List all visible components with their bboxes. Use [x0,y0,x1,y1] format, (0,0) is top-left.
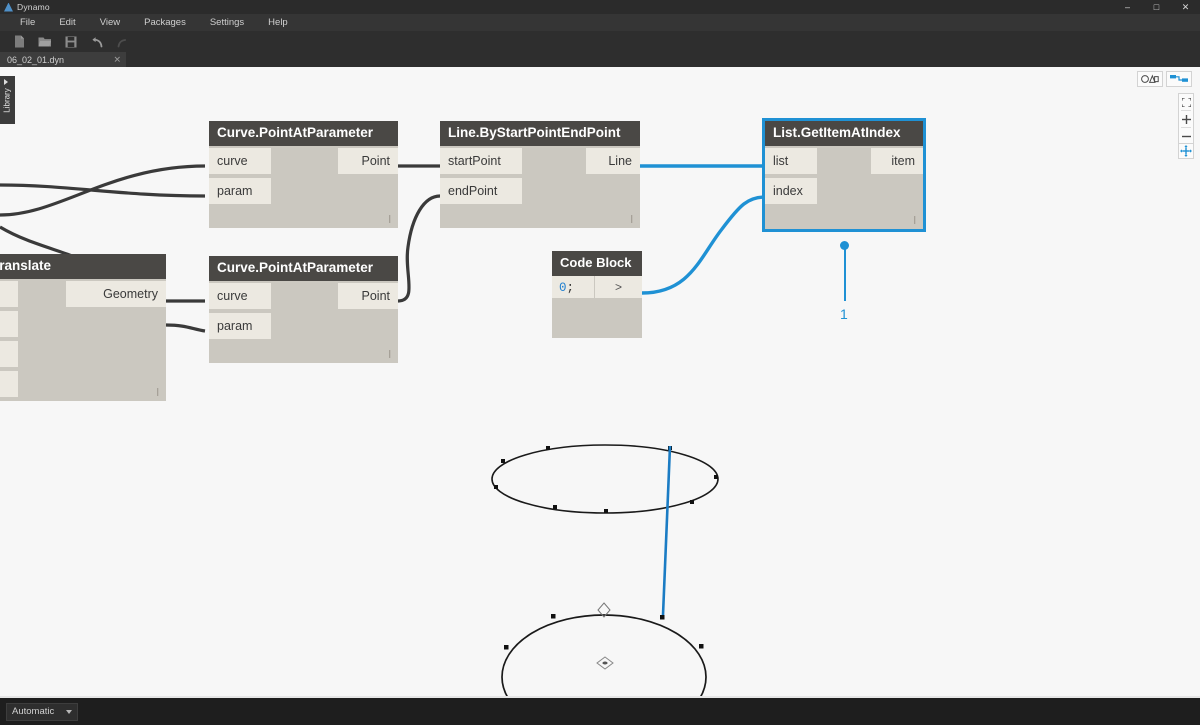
graph-view-icon[interactable] [1166,71,1192,87]
node-curve-pointatparameter-2[interactable]: Curve.PointAtParameter curve param Point… [209,256,398,363]
chevron-right-icon[interactable]: > [594,276,642,298]
node-title: Geometry.Translate [0,254,166,279]
tab-label: 06_02_01.dyn [7,55,64,65]
port-in-endpoint[interactable]: endPoint [440,178,522,204]
menu-item-file[interactable]: File [8,14,47,31]
port-in-ytranslation[interactable]: tion [0,371,18,397]
close-button[interactable]: ✕ [1171,0,1200,14]
preview-pin-value: 1 [840,307,848,321]
run-mode-label: Automatic [12,706,54,717]
menu-item-view[interactable]: View [88,14,132,31]
node-title: Curve.PointAtParameter [209,256,398,281]
tab-close-icon[interactable]: ✕ [113,55,121,64]
status-bar: Automatic [0,698,1200,725]
save-icon[interactable] [58,31,84,52]
origin-icon [595,656,615,670]
zoom-out-icon[interactable] [1178,128,1194,144]
menu-item-edit[interactable]: Edit [47,14,87,31]
node-footer-icon: l [631,215,633,226]
port-in-startpoint[interactable]: startPoint [440,148,522,174]
chevron-down-icon [66,710,72,714]
port-out-point[interactable]: Point [338,148,398,174]
run-mode-dropdown[interactable]: Automatic [6,703,78,721]
port-in-geometry[interactable]: y [0,281,18,307]
code-block-terminator: ; [567,281,575,295]
tab-bar: 06_02_01.dyn ✕ [0,52,1200,67]
zoom-control-group [1178,93,1194,145]
menu-item-settings[interactable]: Settings [198,14,256,31]
toolbar [0,31,1200,52]
port-in-direction[interactable]: tion [0,311,18,337]
new-icon[interactable] [6,31,32,52]
title-bar: Dynamo – □ ✕ [0,0,1200,14]
port-in-curve[interactable]: curve [209,283,271,309]
menu-item-help[interactable]: Help [256,14,300,31]
node-title: List.GetItemAtIndex [765,121,923,146]
fit-to-screen-icon[interactable] [1178,94,1194,110]
node-line-bystartpointendpoint[interactable]: Line.ByStartPointEndPoint startPoint end… [440,121,640,228]
code-block-input[interactable]: 0; [552,276,594,298]
menu-item-packages[interactable]: Packages [132,14,198,31]
view-toggle-group [1137,71,1192,87]
code-block-value: 0 [559,281,567,295]
port-in-index[interactable]: index [765,178,817,204]
dynamo-window: Dynamo – □ ✕ File Edit View Packages Set… [0,0,1200,725]
node-curve-pointatparameter-1[interactable]: Curve.PointAtParameter curve param Point… [209,121,398,228]
dynamo-logo-icon [4,3,13,12]
maximize-button[interactable]: □ [1142,0,1171,14]
port-in-param[interactable]: param [209,313,271,339]
library-panel-tab[interactable]: Library [0,76,15,124]
node-footer-icon: l [389,350,391,361]
node-title: Code Block [552,251,642,276]
port-in-xtranslation[interactable]: tion [0,341,18,367]
geometry-view-icon[interactable] [1137,71,1163,87]
node-title: Curve.PointAtParameter [209,121,398,146]
node-footer-icon: l [157,388,159,399]
pan-icon[interactable] [1178,143,1194,159]
undo-icon[interactable] [84,31,110,52]
window-controls: – □ ✕ [1113,0,1200,14]
port-out-geometry[interactable]: Geometry [66,281,166,307]
port-in-param[interactable]: param [209,178,271,204]
minimize-button[interactable]: – [1113,0,1142,14]
open-icon[interactable] [32,31,58,52]
library-label: Library [3,88,12,112]
redo-icon[interactable] [110,31,136,52]
node-footer-icon: l [389,215,391,226]
port-in-curve[interactable]: curve [209,148,271,174]
node-geometry-translate[interactable]: Geometry.Translate y tion tion tion Geom… [0,254,166,401]
window-title: Dynamo [17,2,50,12]
node-footer-icon: l [914,216,916,227]
port-out-item[interactable]: item [871,148,923,174]
graph-canvas[interactable]: Library Geometry.Translate y tion tion t… [0,67,1200,698]
zoom-in-icon[interactable] [1178,111,1194,127]
node-list-getitematindex[interactable]: List.GetItemAtIndex list index item l [765,121,923,229]
port-out-point[interactable]: Point [338,283,398,309]
node-code-block[interactable]: Code Block 0; > [552,251,642,338]
preview-pin-line [844,249,846,301]
node-title: Line.ByStartPointEndPoint [440,121,640,146]
port-in-list[interactable]: list [765,148,817,174]
port-out-line[interactable]: Line [586,148,640,174]
menu-bar: File Edit View Packages Settings Help [0,14,1200,31]
tab-06-02-01-dyn[interactable]: 06_02_01.dyn ✕ [0,52,126,67]
chevron-right-icon [4,79,8,85]
